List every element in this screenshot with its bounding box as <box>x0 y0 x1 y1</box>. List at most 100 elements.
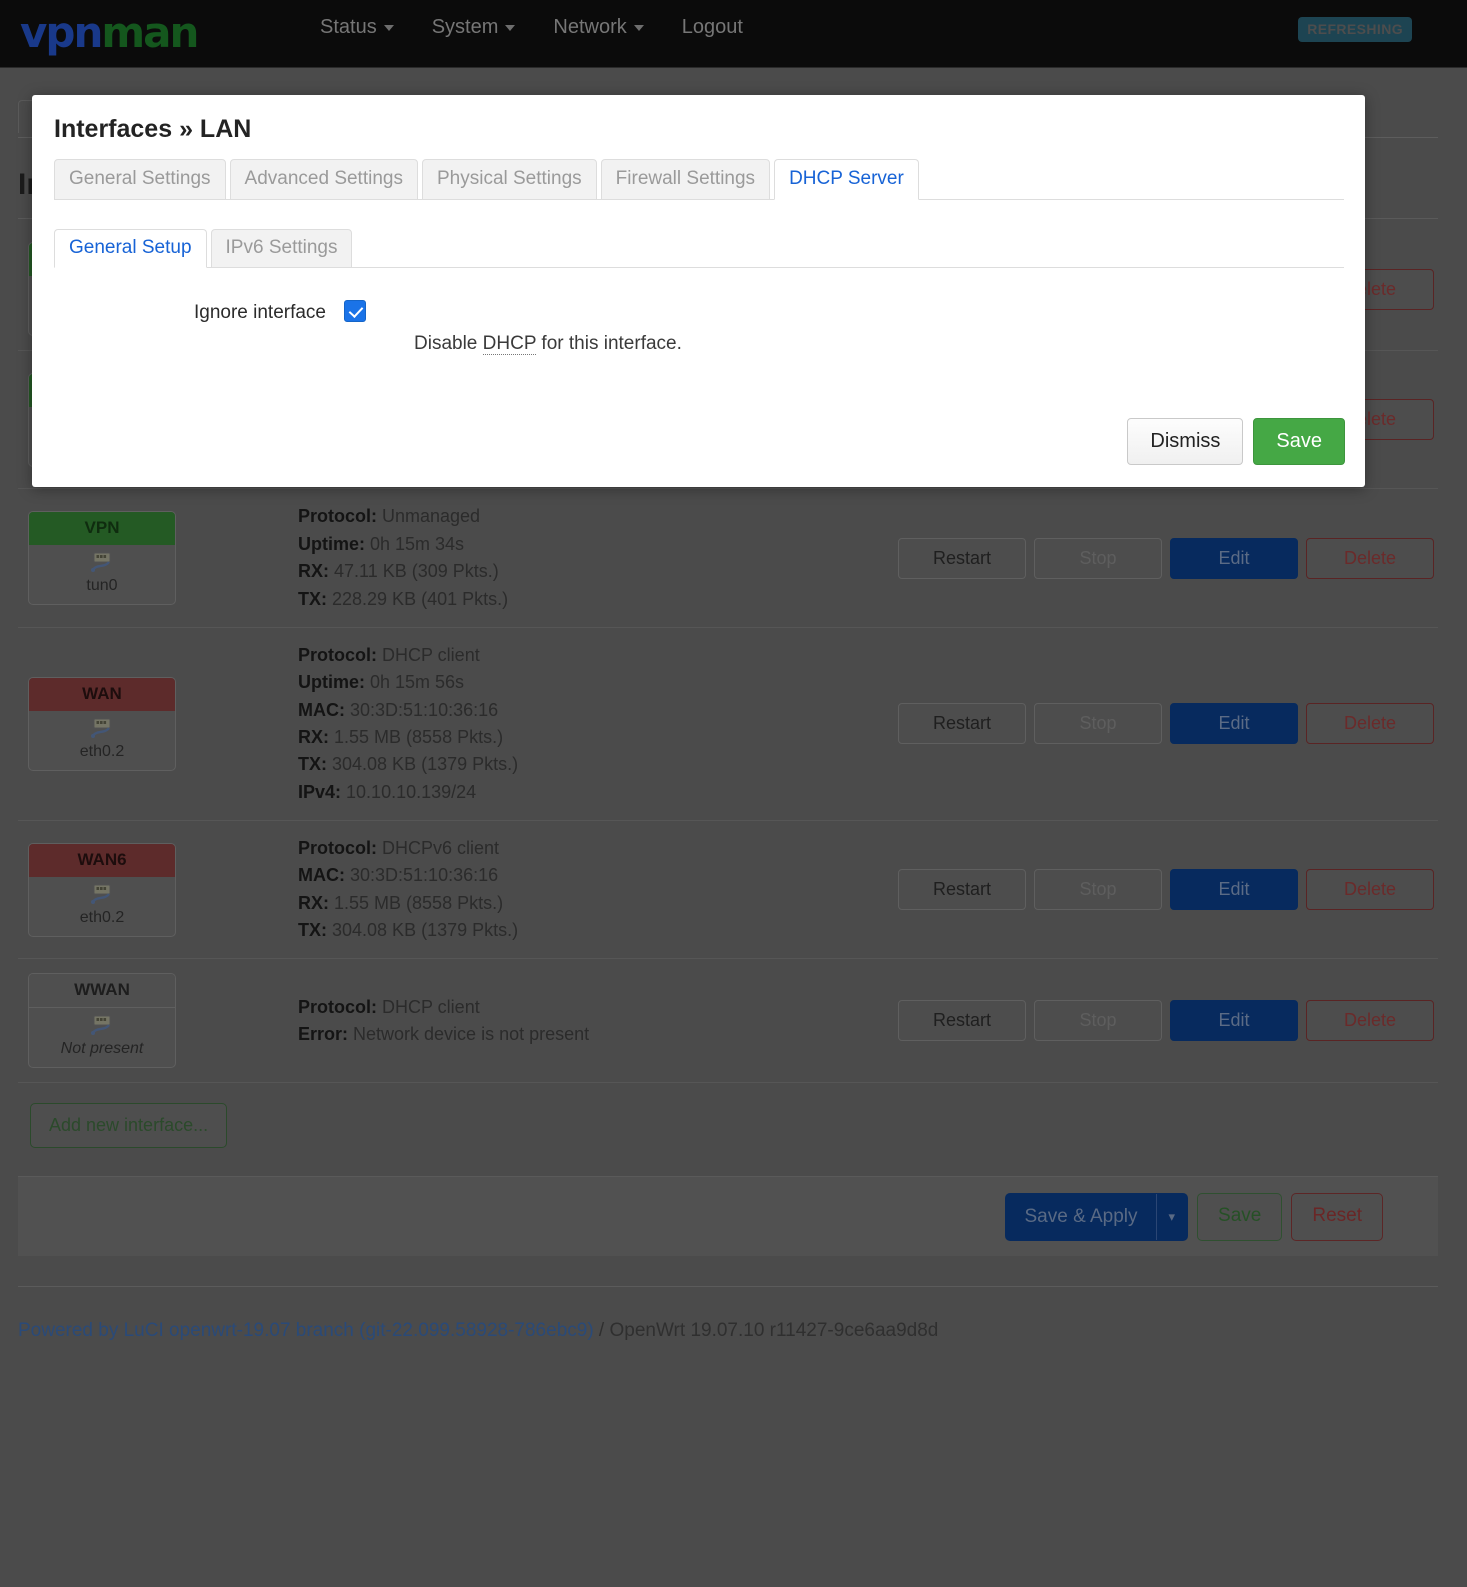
openwrt-version-text: / OpenWrt 19.07.10 r11427-9ce6aa9d8d <box>594 1320 939 1341</box>
top-navigation-bar: vpnman Status System Network Logout REFR… <box>0 0 1467 68</box>
detail-value: 30:3D:51:10:36:16 <box>345 865 498 885</box>
detail-label: MAC: <box>298 865 345 885</box>
chevron-down-icon <box>505 25 515 31</box>
interface-device-name: tun0 <box>29 545 175 604</box>
detail-value: 304.08 KB (1379 Pkts.) <box>327 754 518 774</box>
interface-badge-wan[interactable]: WAN eth0.2 <box>28 677 176 771</box>
modal-action-buttons: Dismiss Save <box>1127 418 1345 465</box>
detail-line: Uptime: 0h 15m 34s <box>298 531 898 558</box>
delete-button[interactable]: Delete <box>1306 1000 1434 1041</box>
reset-button[interactable]: Reset <box>1291 1193 1383 1241</box>
table-row: WAN eth0.2 Protocol: DHCP clientUptime: 0h… <box>18 628 1438 821</box>
modal-title-separator: » <box>172 115 200 143</box>
detail-line: TX: 304.08 KB (1379 Pkts.) <box>298 751 898 778</box>
modal-tab-physical-settings[interactable]: Physical Settings <box>422 159 597 200</box>
device-label: tun0 <box>86 577 117 594</box>
status-badge-refreshing: REFRESHING <box>1298 17 1412 42</box>
interface-badge-container: WAN eth0.2 <box>18 677 298 771</box>
detail-value: 0h 15m 34s <box>365 534 464 554</box>
modal-subtab-bar: General SetupIPv6 Settings <box>54 232 1344 268</box>
network-device-icon <box>89 1014 115 1036</box>
brand-logo-part1: vpn <box>20 8 101 57</box>
interface-name: WAN <box>29 678 175 711</box>
interface-device-name: eth0.2 <box>29 877 175 936</box>
detail-value: 10.10.10.139/24 <box>341 782 476 802</box>
detail-label: MAC: <box>298 700 345 720</box>
modal-save-button[interactable]: Save <box>1253 418 1345 465</box>
save-button[interactable]: Save <box>1197 1193 1282 1241</box>
interface-details: Protocol: DHCPv6 clientMAC: 30:3D:51:10:… <box>298 835 898 944</box>
detail-label: IPv4: <box>298 782 341 802</box>
restart-button[interactable]: Restart <box>898 538 1026 579</box>
modal-tab-advanced-settings[interactable]: Advanced Settings <box>230 159 418 200</box>
brand-logo[interactable]: vpnman <box>20 8 197 57</box>
detail-value: 228.29 KB (401 Pkts.) <box>327 589 508 609</box>
dismiss-button[interactable]: Dismiss <box>1127 418 1243 465</box>
stop-button[interactable]: Stop <box>1034 703 1162 744</box>
modal-subtab-general-setup[interactable]: General Setup <box>54 229 207 268</box>
edit-button[interactable]: Edit <box>1170 703 1298 744</box>
save-and-apply-button[interactable]: Save & Apply ▾ <box>1005 1193 1188 1241</box>
network-device-icon <box>89 883 115 905</box>
interface-details: Protocol: DHCP clientUptime: 0h 15m 56sM… <box>298 642 898 806</box>
detail-line: Uptime: 0h 15m 56s <box>298 669 898 696</box>
ignore-interface-checkbox[interactable] <box>344 300 366 322</box>
edit-button[interactable]: Edit <box>1170 538 1298 579</box>
detail-line: MAC: 30:3D:51:10:36:16 <box>298 697 898 724</box>
modal-tab-general-settings[interactable]: General Settings <box>54 159 226 200</box>
modal-tab-bar: General SettingsAdvanced SettingsPhysica… <box>54 162 1344 200</box>
nav-item-logout[interactable]: Logout <box>682 16 743 39</box>
detail-line: Protocol: DHCP client <box>298 994 898 1021</box>
form-footer-buttons: Save & Apply ▾ Save Reset <box>1005 1193 1383 1241</box>
add-new-interface-button[interactable]: Add new interface... <box>30 1103 227 1148</box>
save-and-apply-dropdown-arrow[interactable]: ▾ <box>1157 1197 1188 1237</box>
edit-button[interactable]: Edit <box>1170 1000 1298 1041</box>
detail-value: 30:3D:51:10:36:16 <box>345 700 498 720</box>
detail-label: Protocol: <box>298 838 377 858</box>
modal-tab-firewall-settings[interactable]: Firewall Settings <box>601 159 770 200</box>
detail-label: Error: <box>298 1024 348 1044</box>
modal-title: Interfaces » LAN <box>54 115 251 144</box>
delete-button[interactable]: Delete <box>1306 869 1434 910</box>
interface-action-buttons: RestartStopEditDelete <box>898 703 1438 744</box>
edit-button[interactable]: Edit <box>1170 869 1298 910</box>
nav-menu: Status System Network Logout <box>320 16 743 39</box>
detail-label: Uptime: <box>298 534 365 554</box>
detail-value: 304.08 KB (1379 Pkts.) <box>327 920 518 940</box>
restart-button[interactable]: Restart <box>898 703 1026 744</box>
chevron-down-icon <box>384 25 394 31</box>
detail-line: MAC: 30:3D:51:10:36:16 <box>298 862 898 889</box>
detail-line: IPv4: 10.10.10.139/24 <box>298 779 898 806</box>
detail-label: RX: <box>298 893 329 913</box>
nav-item-system[interactable]: System <box>432 16 516 39</box>
interface-details: Protocol: DHCP clientError: Network devi… <box>298 994 898 1049</box>
device-label: eth0.2 <box>80 743 124 760</box>
restart-button[interactable]: Restart <box>898 869 1026 910</box>
nav-item-network[interactable]: Network <box>553 16 643 39</box>
interface-name: WWAN <box>29 974 175 1008</box>
modal-subtab-ipv6-settings[interactable]: IPv6 Settings <box>211 229 353 268</box>
detail-label: Protocol: <box>298 645 377 665</box>
stop-button[interactable]: Stop <box>1034 1000 1162 1041</box>
detail-value: DHCP client <box>377 997 480 1017</box>
restart-button[interactable]: Restart <box>898 1000 1026 1041</box>
nav-item-status[interactable]: Status <box>320 16 394 39</box>
stop-button[interactable]: Stop <box>1034 869 1162 910</box>
delete-button[interactable]: Delete <box>1306 538 1434 579</box>
form-footer-bar: Save & Apply ▾ Save Reset <box>18 1176 1438 1256</box>
detail-line: Protocol: Unmanaged <box>298 503 898 530</box>
luci-version-link[interactable]: Powered by LuCI openwrt-19.07 branch (gi… <box>18 1320 594 1341</box>
interface-badge-wan6[interactable]: WAN6eth0.2 <box>28 843 176 937</box>
table-row: WAN6eth0.2 Protocol: DHCPv6 clientMAC: 30… <box>18 821 1438 959</box>
modal-tab-dhcp-server[interactable]: DHCP Server <box>774 159 919 200</box>
detail-label: Uptime: <box>298 672 365 692</box>
interface-badge-vpn[interactable]: VPNtun0 <box>28 511 176 605</box>
delete-button[interactable]: Delete <box>1306 703 1434 744</box>
interface-badge-wwan[interactable]: WWANNot present <box>28 973 176 1068</box>
interface-badge-container: WWANNot present <box>18 973 298 1068</box>
interface-action-buttons: RestartStopEditDelete <box>898 1000 1438 1041</box>
stop-button[interactable]: Stop <box>1034 538 1162 579</box>
detail-label: TX: <box>298 754 327 774</box>
modal-title-main: Interfaces <box>54 115 172 143</box>
modal-title-target: LAN <box>200 115 251 143</box>
